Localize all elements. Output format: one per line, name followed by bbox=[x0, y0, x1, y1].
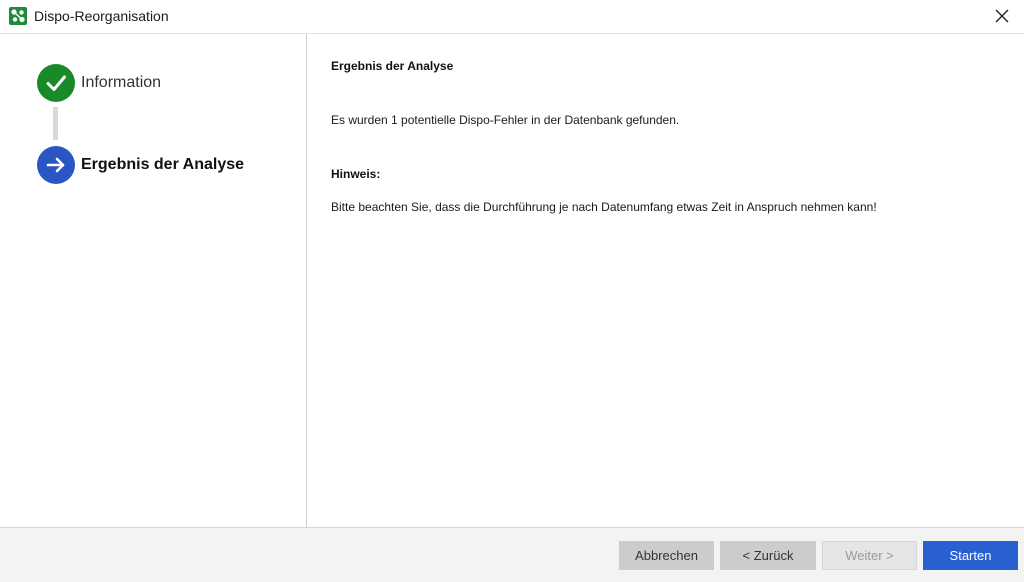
step-sidebar: Information Ergebnis der Analyse bbox=[0, 34, 307, 528]
result-message: Es wurden 1 potentielle Dispo-Fehler in … bbox=[331, 113, 680, 127]
close-button[interactable] bbox=[980, 0, 1024, 32]
title-bar: Dispo-Reorganisation bbox=[0, 0, 1024, 32]
wizard-window: Dispo-Reorganisation Information Ergebni… bbox=[0, 0, 1024, 582]
step-current-indicator bbox=[37, 146, 75, 184]
step-label-information: Information bbox=[81, 74, 162, 91]
step-connector bbox=[53, 107, 58, 140]
step-ergebnis-der-analyse[interactable]: Ergebnis der Analyse bbox=[37, 146, 244, 184]
arrow-right-icon bbox=[46, 157, 65, 173]
wizard-content: Information Ergebnis der Analyse Ergebni… bbox=[0, 33, 1024, 528]
step-done-indicator bbox=[37, 64, 75, 102]
hint-heading: Hinweis: bbox=[331, 167, 381, 181]
app-logo-icon bbox=[9, 7, 27, 25]
back-button[interactable]: < Zurück bbox=[720, 541, 816, 570]
cancel-button[interactable]: Abbrechen bbox=[619, 541, 714, 570]
checkmark-icon bbox=[46, 75, 66, 91]
next-button[interactable]: Weiter > bbox=[822, 541, 917, 570]
close-icon bbox=[995, 9, 1009, 23]
step-label-ergebnis: Ergebnis der Analyse bbox=[81, 156, 245, 173]
window-title: Dispo-Reorganisation bbox=[34, 8, 169, 24]
main-panel: Ergebnis der Analyse Es wurden 1 potenti… bbox=[307, 34, 1024, 528]
hint-text: Bitte beachten Sie, dass die Durchführun… bbox=[331, 200, 877, 214]
section-title: Ergebnis der Analyse bbox=[331, 59, 454, 73]
button-bar: Abbrechen < Zurück Weiter > Starten bbox=[0, 527, 1024, 582]
start-button[interactable]: Starten bbox=[923, 541, 1018, 570]
step-information[interactable]: Information bbox=[37, 64, 161, 102]
